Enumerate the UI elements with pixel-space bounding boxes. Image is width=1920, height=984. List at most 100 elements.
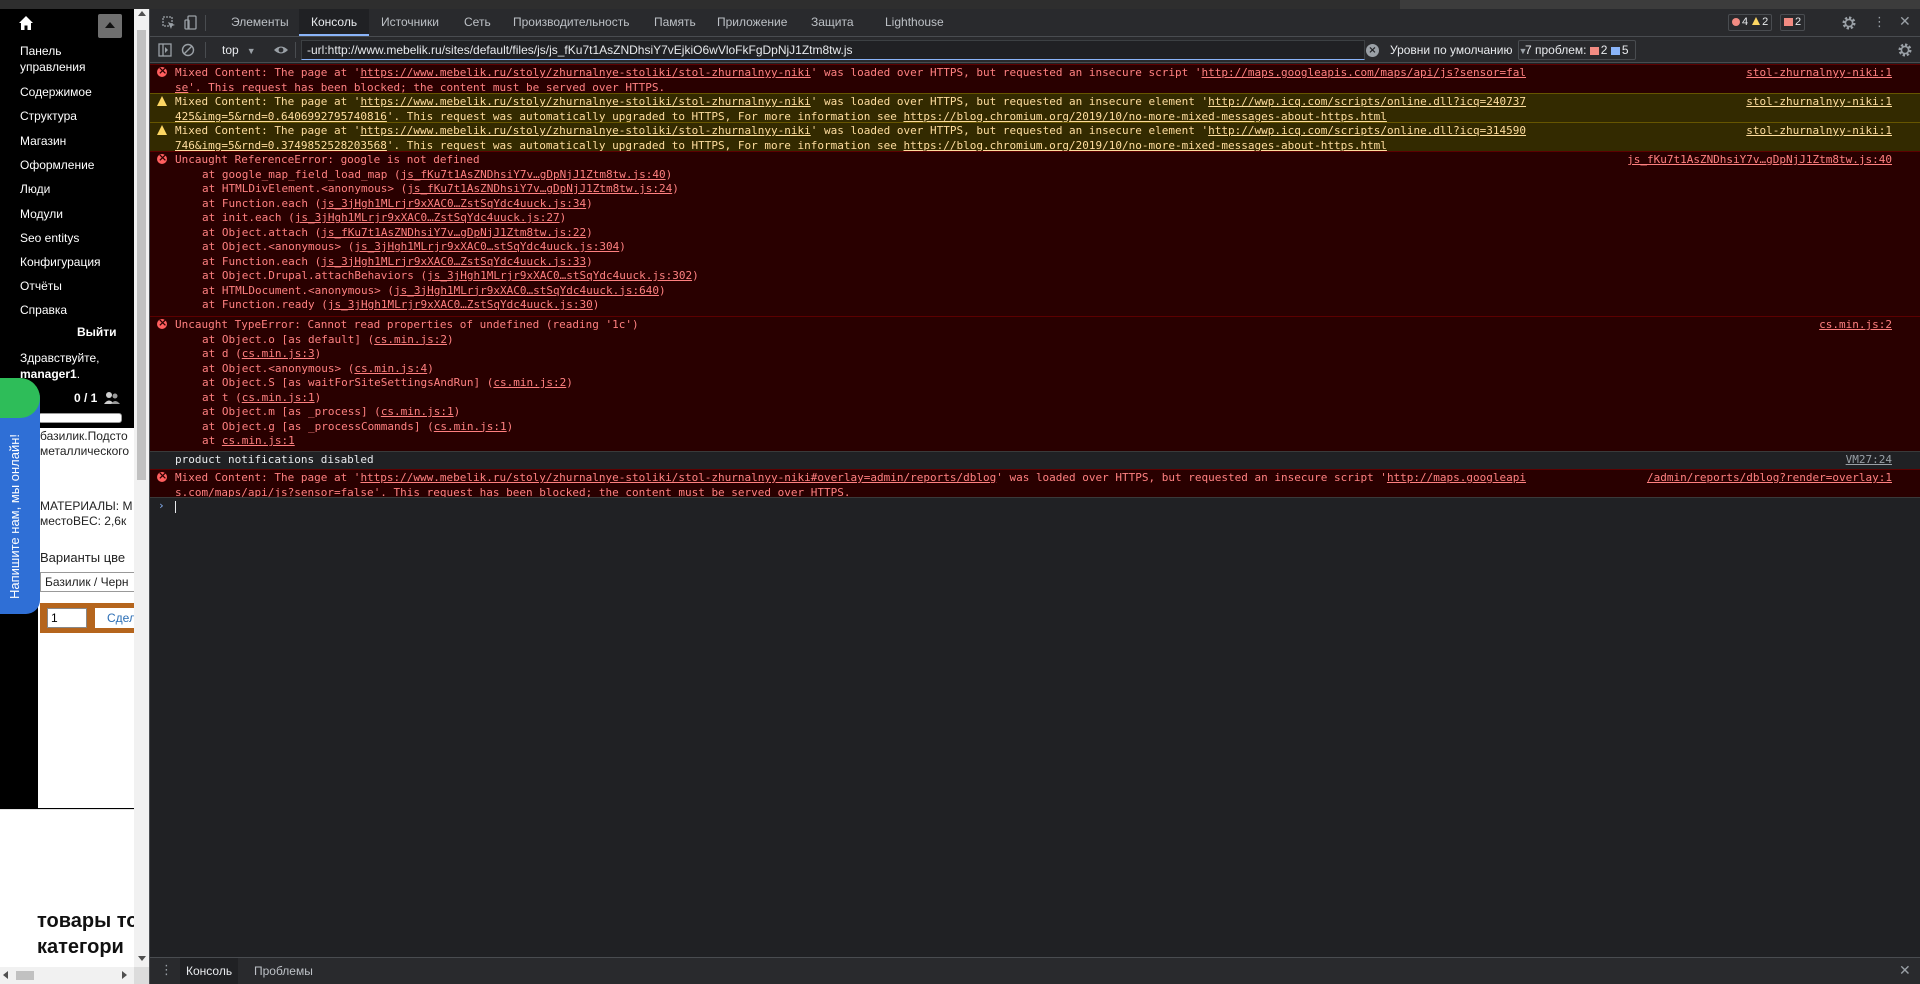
clear-console-icon[interactable] [181,43,195,57]
scroll-down-arrow-icon[interactable] [138,956,146,961]
console-filter-input[interactable]: -url:http://www.mebelik.ru/sites/default… [301,40,1365,60]
stack-location-link[interactable]: cs.min.js:2 [374,333,447,346]
stack-location-link[interactable]: js_fKu7t1AsZNDhsiY7v…gDpNjJ1Ztm8tw.js:24 [407,182,672,195]
source-link[interactable]: stol-zhurnalnyy-niki:1 [1746,66,1892,81]
stack-location-link[interactable]: js_fKu7t1AsZNDhsiY7v…gDpNjJ1Ztm8tw.js:40 [401,168,666,181]
greeting-username[interactable]: manager1 [20,367,77,381]
warning-icon [157,125,167,135]
settings-gear-icon[interactable] [1841,15,1857,31]
source-link[interactable]: VM27:24 [1846,453,1892,468]
sidebar-toggle-icon[interactable] [158,43,172,57]
tab-lighthouse[interactable]: Lighthouse [885,9,944,36]
tab-security[interactable]: Защита [811,9,854,36]
menu-item-configuration[interactable]: Конфигурация [20,254,101,270]
menu-item-help[interactable]: Справка [20,302,67,318]
stack-location-link[interactable]: cs.min.js:1 [242,391,315,404]
page-hscroll-thumb[interactable] [16,971,34,980]
logout-link[interactable]: Выйти [77,325,117,339]
tab-memory[interactable]: Память [654,9,696,36]
menu-item-seo-entitys[interactable]: Seo entitys [20,230,79,246]
url-link[interactable]: https://blog.chromium.org/2019/10/no-mor… [903,110,1386,123]
menu-item-structure[interactable]: Структура [20,108,77,124]
tab-console[interactable]: Консоль [299,9,370,36]
chat-widget-label[interactable]: Напишите нам, мы онлайн! [7,434,22,599]
stack-location-link[interactable]: js_3jHgh1MLrjr9xXAC0…stSqYdc4uuck.js:640 [394,284,659,297]
console-log-message[interactable]: product notifications disabled VM27:24 [150,451,1920,469]
issues-button[interactable]: 7 проблем: 2 5 [1518,40,1636,60]
error-warning-count[interactable]: 42 [1728,14,1773,31]
console-error-message[interactable]: Mixed Content: The page at 'https://www.… [150,469,1920,499]
more-options-icon[interactable]: ⋮ [1873,16,1886,30]
stack-location-link[interactable]: cs.min.js:3 [242,347,315,360]
console-settings-gear-icon[interactable] [1897,42,1913,58]
live-expression-eye-icon[interactable] [273,44,289,56]
source-link[interactable]: js_fKu7t1AsZNDhsiY7v…gDpNjJ1Ztm8tw.js:40 [1627,153,1892,168]
menu-item-people[interactable]: Люди [20,181,50,197]
clear-filter-icon[interactable]: × [1366,44,1379,57]
quantity-input[interactable]: 1 [47,608,87,628]
menu-item-dashboard[interactable]: Панель управления [20,43,120,75]
stack-location-link[interactable]: js_3jHgh1MLrjr9xXAC0…ZstSqYdc4uuck.js:33 [321,255,586,268]
stack-location-link[interactable]: js_3jHgh1MLrjr9xXAC0…ZstSqYdc4uuck.js:30 [328,298,593,311]
drawer-tab-issues[interactable]: Проблемы [254,958,313,984]
source-link[interactable]: cs.min.js:2 [1819,318,1892,333]
scroll-left-arrow-icon[interactable] [3,971,8,979]
stack-location-link[interactable]: js_3jHgh1MLrjr9xXAC0…ZstSqYdc4uuck.js:27 [295,211,560,224]
menu-item-appearance[interactable]: Оформление [20,157,94,173]
url-link[interactable]: https://www.mebelik.ru/stoly/zhurnalnye-… [360,95,810,108]
console-error-message[interactable]: Uncaught ReferenceError: google is not d… [150,151,1920,316]
drawer-menu-icon[interactable]: ⋮ [160,964,173,978]
stack-location-link[interactable]: js_3jHgh1MLrjr9xXAC0…stSqYdc4uuck.js:302 [427,269,692,282]
message-counts[interactable]: 42 2 [1728,14,1850,32]
variant-select[interactable]: Базилик / Черн [40,572,140,592]
console-error-message[interactable]: Mixed Content: The page at 'https://www.… [150,64,1920,94]
source-link[interactable]: stol-zhurnalnyy-niki:1 [1746,95,1892,110]
stack-location-link[interactable]: cs.min.js:1 [381,405,454,418]
text-part: '. This request has been blocked; the co… [188,80,666,94]
menu-item-reports[interactable]: Отчёты [20,278,62,294]
scroll-right-arrow-icon[interactable] [122,971,127,979]
stack-location-link[interactable]: cs.min.js:1 [434,420,507,433]
url-link[interactable]: https://www.mebelik.ru/stoly/zhurnalnye-… [360,66,810,79]
inspect-element-icon[interactable] [162,16,176,30]
console-warning-message[interactable]: Mixed Content: The page at 'https://www.… [150,93,1920,123]
url-link[interactable]: https://www.mebelik.ru/stoly/zhurnalnye-… [360,124,810,137]
issue-count: 2 [1795,16,1802,28]
stack-location-link[interactable]: js_3jHgh1MLrjr9xXAC0…ZstSqYdc4uuck.js:34 [321,197,586,210]
console-prompt[interactable]: › [150,497,1920,515]
source-link[interactable]: /admin/reports/dblog?render=overlay:1 [1647,471,1892,486]
source-link[interactable]: stol-zhurnalnyy-niki:1 [1746,124,1892,139]
stack-location-link[interactable]: cs.min.js:1 [222,434,295,447]
menu-item-modules[interactable]: Модули [20,206,63,222]
tab-performance[interactable]: Производительность [513,9,629,36]
tab-elements[interactable]: Элементы [231,9,289,36]
menu-search-field[interactable] [38,413,122,423]
menu-item-store[interactable]: Магазин [20,133,66,149]
menu-collapse-button[interactable] [98,14,122,38]
tab-sources[interactable]: Источники [381,9,439,36]
stack-function: at Function.each ( [202,196,322,210]
close-drawer-icon[interactable]: ✕ [1899,964,1911,978]
stack-location-link[interactable]: cs.min.js:2 [493,376,566,389]
url-link[interactable]: https://blog.chromium.org/2019/10/no-mor… [903,139,1386,152]
tab-application[interactable]: Приложение [717,9,787,36]
url-link[interactable]: https://www.mebelik.ru/stoly/zhurnalnye-… [360,471,996,484]
issues-error-count: 2 [1600,43,1608,57]
stack-location-link[interactable]: cs.min.js:4 [354,362,427,375]
console-error-message[interactable]: Uncaught TypeError: Cannot read properti… [150,316,1920,451]
log-levels-select[interactable]: Уровни по умолчанию ▼ [1390,41,1527,60]
close-devtools-icon[interactable]: ✕ [1899,15,1911,29]
device-toolbar-icon[interactable] [184,15,198,31]
stack-location-link[interactable]: js_3jHgh1MLrjr9xXAC0…stSqYdc4uuck.js:304 [354,240,619,253]
page-scroll-thumb[interactable] [137,30,146,480]
issues-count[interactable]: 2 [1780,14,1806,31]
console-warning-message[interactable]: Mixed Content: The page at 'https://www.… [150,122,1920,152]
tab-network[interactable]: Сеть [464,9,491,36]
context-select[interactable]: top ▼ [222,41,256,59]
scroll-up-arrow-icon[interactable] [138,11,146,16]
stack-location-link[interactable]: js_fKu7t1AsZNDhsiY7v…gDpNjJ1Ztm8tw.js:22 [321,226,586,239]
text-part: '. This request was automatically upgrad… [386,109,904,123]
menu-item-content[interactable]: Содержимое [20,84,92,100]
home-icon[interactable] [18,15,34,31]
drawer-tab-console[interactable]: Консоль [180,958,239,984]
